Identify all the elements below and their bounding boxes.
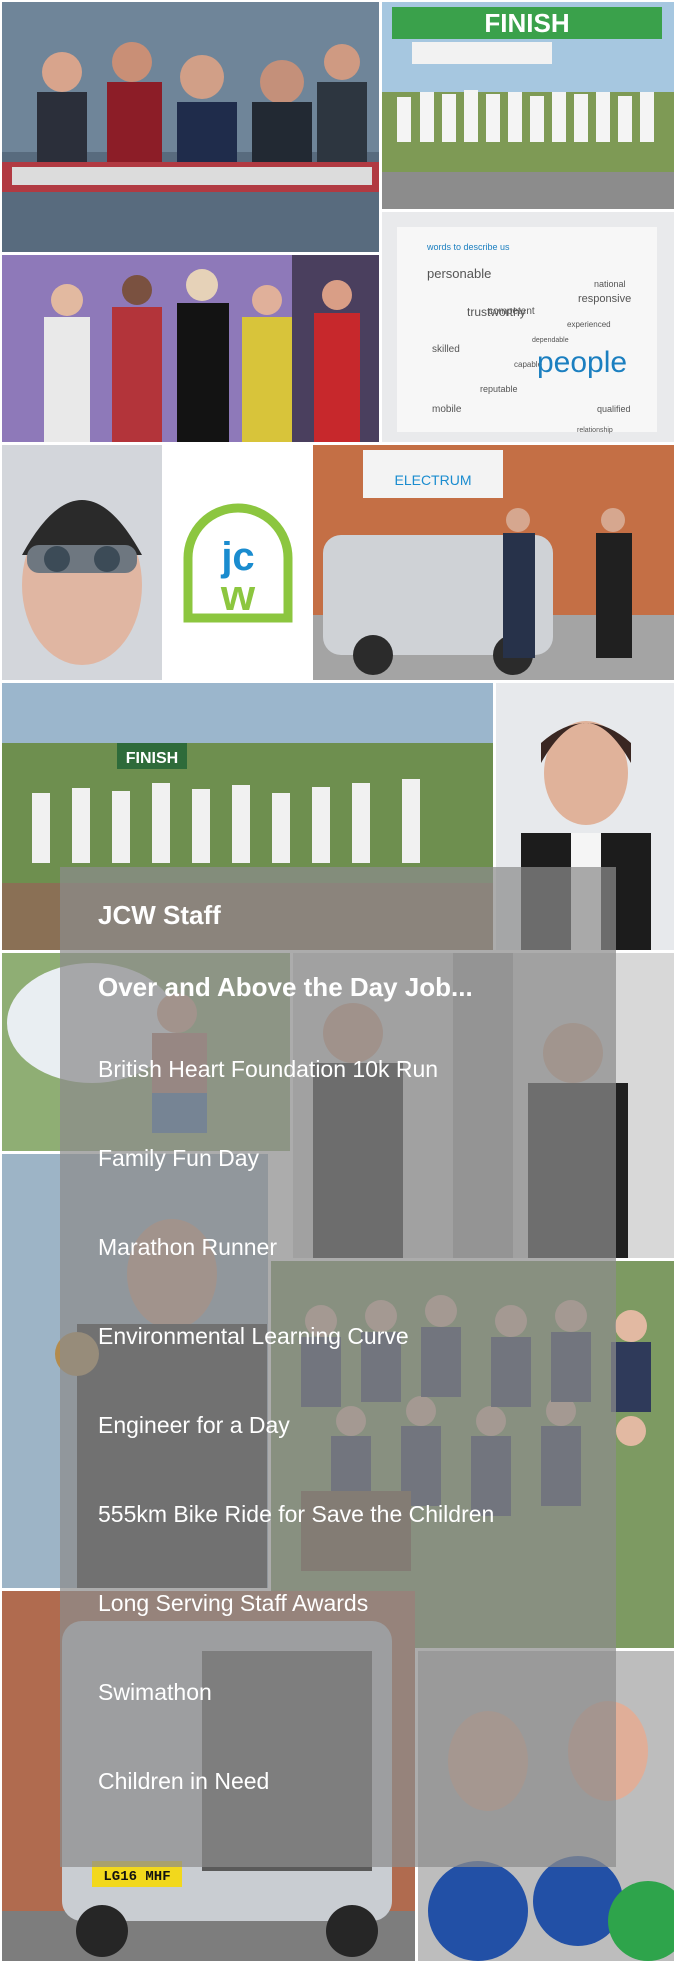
activity-item: Environmental Learning Curve bbox=[98, 1323, 409, 1349]
finish-sign-text: FINISH bbox=[126, 750, 178, 767]
word-national: national bbox=[594, 279, 626, 289]
overlay-subheading: Over and Above the Day Job... bbox=[98, 972, 473, 1002]
word-competent: competent bbox=[488, 306, 535, 317]
photo-dragon-boat bbox=[2, 2, 379, 252]
activity-item: Swimathon bbox=[98, 1679, 212, 1705]
photo-swimmer-selfie bbox=[2, 445, 162, 680]
photo-fancy-dress-staff bbox=[2, 255, 379, 442]
number-plate-text: LG16 MHF bbox=[103, 1869, 170, 1885]
word-personable: personable bbox=[427, 266, 491, 281]
photo-word-cloud: words to describe us personable national… bbox=[382, 212, 674, 442]
electrum-sign-text: ELECTRUM bbox=[394, 472, 471, 488]
activity-item: British Heart Foundation 10k Run bbox=[98, 1056, 439, 1082]
finish-banner-text: FINISH bbox=[484, 8, 569, 38]
activity-item: Marathon Runner bbox=[98, 1234, 277, 1260]
jcw-logo-tile: jc w bbox=[165, 445, 310, 680]
word-mobile: mobile bbox=[432, 404, 462, 415]
photo-van-handover: ELECTRUM bbox=[313, 445, 674, 680]
word-experienced: experienced bbox=[567, 320, 611, 329]
activity-item: Long Serving Staff Awards bbox=[98, 1590, 369, 1616]
svg-text:w: w bbox=[219, 571, 255, 620]
activity-item: 555km Bike Ride for Save the Children bbox=[98, 1501, 495, 1527]
overlay-text-block: JCW Staff Over and Above the Day Job... … bbox=[98, 900, 618, 1855]
word-people: people bbox=[537, 346, 627, 379]
jcw-logo: jc w bbox=[183, 503, 292, 622]
word-relationship: relationship bbox=[577, 427, 613, 434]
activity-item: Children in Need bbox=[98, 1768, 270, 1794]
activity-item: Family Fun Day bbox=[98, 1145, 260, 1171]
word-skilled: skilled bbox=[432, 344, 460, 355]
photo-finish-line-group: FINISH bbox=[382, 2, 674, 209]
word-reputable: reputable bbox=[480, 384, 518, 394]
overlay-heading: JCW Staff bbox=[98, 900, 221, 930]
word-dependable: dependable bbox=[532, 337, 569, 344]
word-responsive: responsive bbox=[578, 293, 631, 305]
word-cloud-header: words to describe us bbox=[426, 242, 510, 252]
activity-item: Engineer for a Day bbox=[98, 1412, 290, 1438]
word-qualified: qualified bbox=[597, 404, 631, 414]
